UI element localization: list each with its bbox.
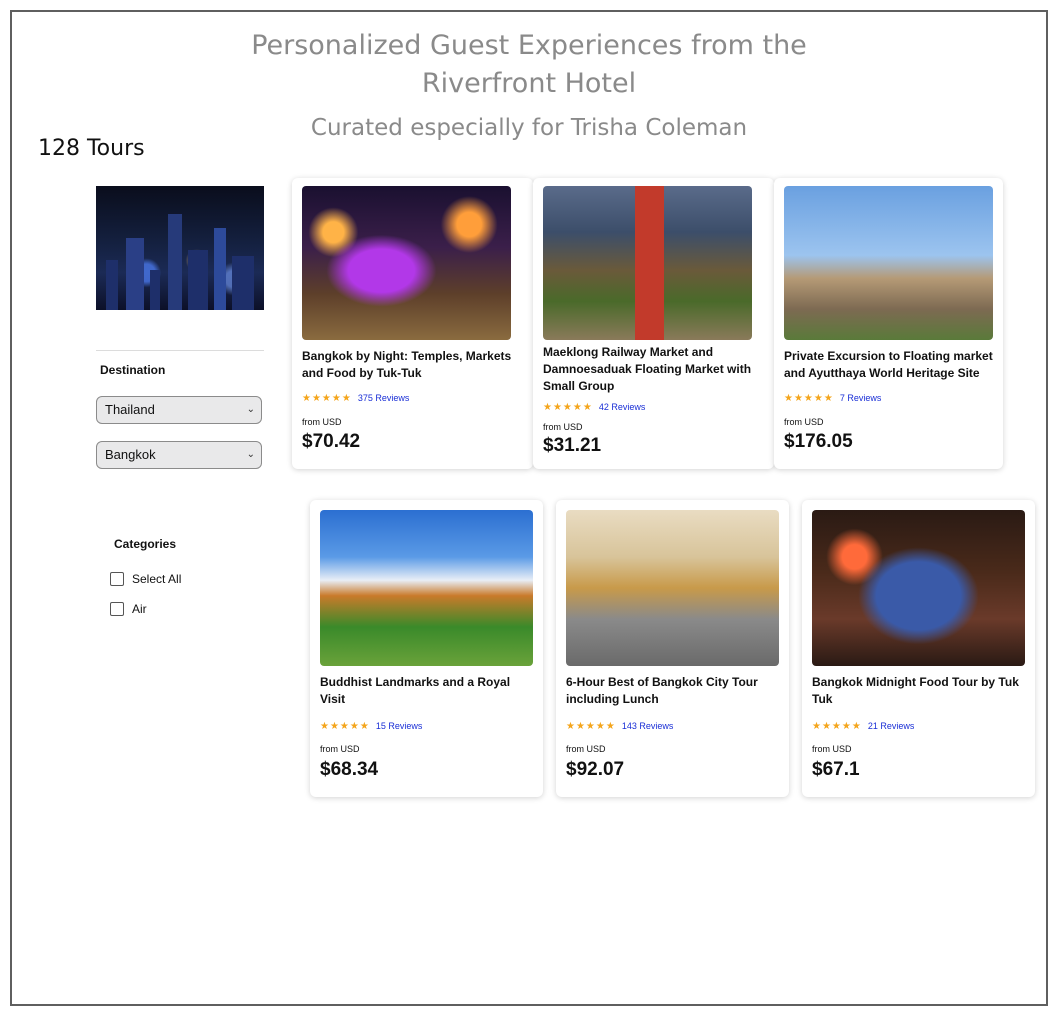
price-prefix: from USD bbox=[320, 744, 360, 754]
tour-title[interactable]: Private Excursion to Floating market and… bbox=[784, 348, 999, 382]
tour-title[interactable]: 6-Hour Best of Bangkok City Tour includi… bbox=[566, 674, 781, 708]
checkbox[interactable] bbox=[110, 601, 124, 616]
star-rating-icon: ★★★★★ bbox=[320, 721, 370, 732]
sidebar-divider bbox=[96, 350, 264, 351]
price-prefix: from USD bbox=[302, 417, 342, 427]
reviews-link[interactable]: 375 Reviews bbox=[358, 393, 410, 403]
star-rating-icon: ★★★★★ bbox=[566, 721, 616, 732]
tour-title[interactable]: Buddhist Landmarks and a Royal Visit bbox=[320, 674, 535, 708]
categories-label: Categories bbox=[114, 537, 177, 551]
category-label: Select All bbox=[132, 571, 182, 586]
tour-rating: ★★★★★ 21 Reviews bbox=[812, 721, 914, 732]
tour-rating: ★★★★★ 375 Reviews bbox=[302, 393, 409, 404]
tour-title[interactable]: Bangkok by Night: Temples, Markets and F… bbox=[302, 348, 517, 382]
star-rating-icon: ★★★★★ bbox=[543, 402, 593, 413]
tour-card[interactable]: Bangkok by Night: Temples, Markets and F… bbox=[292, 178, 533, 469]
star-rating-icon: ★★★★★ bbox=[812, 721, 862, 732]
tour-card[interactable]: 6-Hour Best of Bangkok City Tour includi… bbox=[556, 500, 789, 797]
tour-card[interactable]: Private Excursion to Floating market and… bbox=[774, 178, 1003, 469]
tour-card[interactable]: Maeklong Railway Market and Damnoesaduak… bbox=[533, 178, 774, 469]
price-prefix: from USD bbox=[812, 744, 852, 754]
city-select[interactable]: Bangkok ⌄ bbox=[96, 441, 262, 469]
reviews-link[interactable]: 21 Reviews bbox=[868, 721, 915, 731]
city-select-value: Bangkok bbox=[105, 447, 156, 462]
price-prefix: from USD bbox=[543, 422, 583, 432]
page-title-line2: Riverfront Hotel bbox=[421, 68, 637, 99]
country-select[interactable]: Thailand ⌄ bbox=[96, 396, 262, 424]
page-title: Personalized Guest Experiences from the … bbox=[12, 27, 1046, 103]
reviews-link[interactable]: 7 Reviews bbox=[840, 393, 882, 403]
category-select-all[interactable]: Select All bbox=[110, 571, 181, 587]
ayutthaya-temple-photo bbox=[784, 186, 993, 340]
tour-title[interactable]: Bangkok Midnight Food Tour by Tuk Tuk bbox=[812, 674, 1027, 708]
tuk-tuk-taxi-photo bbox=[812, 510, 1025, 666]
page-title-line1: Personalized Guest Experiences from the bbox=[251, 30, 807, 61]
chevron-down-icon: ⌄ bbox=[246, 404, 255, 415]
tour-rating: ★★★★★ 143 Reviews bbox=[566, 721, 673, 732]
star-rating-icon: ★★★★★ bbox=[302, 393, 352, 404]
tour-price: $68.34 bbox=[320, 759, 379, 780]
tour-price: $31.21 bbox=[543, 435, 602, 456]
tour-price: $92.07 bbox=[566, 759, 625, 780]
tour-price: $67.1 bbox=[812, 759, 860, 780]
chevron-down-icon: ⌄ bbox=[246, 449, 255, 460]
tour-count: 128 Tours bbox=[38, 136, 145, 161]
railway-market-photo bbox=[543, 186, 752, 340]
tour-rating: ★★★★★ 42 Reviews bbox=[543, 402, 645, 413]
destination-label: Destination bbox=[100, 363, 166, 377]
buddhist-temple-photo bbox=[320, 510, 533, 666]
page-frame: Personalized Guest Experiences from the … bbox=[10, 10, 1048, 1006]
destination-city-image bbox=[96, 186, 264, 310]
category-label: Air bbox=[132, 601, 147, 616]
tour-title[interactable]: Maeklong Railway Market and Damnoesaduak… bbox=[543, 344, 758, 395]
price-prefix: from USD bbox=[566, 744, 606, 754]
tour-price: $70.42 bbox=[302, 431, 361, 452]
tour-rating: ★★★★★ 7 Reviews bbox=[784, 393, 881, 404]
checkbox[interactable] bbox=[110, 571, 124, 586]
price-prefix: from USD bbox=[784, 417, 824, 427]
tour-price: $176.05 bbox=[784, 431, 853, 452]
tour-rating: ★★★★★ 15 Reviews bbox=[320, 721, 422, 732]
category-air[interactable]: Air bbox=[110, 601, 147, 617]
country-select-value: Thailand bbox=[105, 402, 155, 417]
grand-palace-photo bbox=[566, 510, 779, 666]
star-rating-icon: ★★★★★ bbox=[784, 393, 834, 404]
reviews-link[interactable]: 15 Reviews bbox=[376, 721, 423, 731]
reviews-link[interactable]: 143 Reviews bbox=[622, 721, 674, 731]
reviews-link[interactable]: 42 Reviews bbox=[599, 402, 646, 412]
tuk-tuk-night-photo bbox=[302, 186, 511, 340]
page-subtitle: Curated especially for Trisha Coleman bbox=[310, 115, 748, 141]
tour-card[interactable]: Bangkok Midnight Food Tour by Tuk Tuk ★★… bbox=[802, 500, 1035, 797]
tour-card[interactable]: Buddhist Landmarks and a Royal Visit ★★★… bbox=[310, 500, 543, 797]
